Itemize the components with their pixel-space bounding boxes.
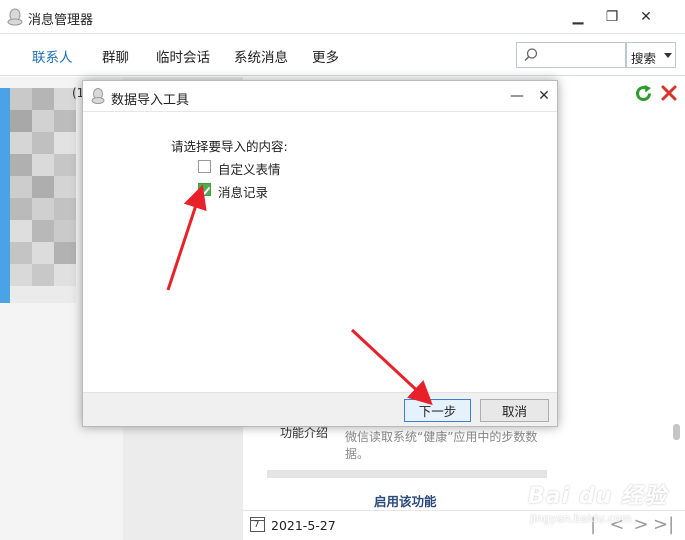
calendar-day: 7 <box>254 520 260 530</box>
cancel-button[interactable]: 取消 <box>480 399 549 422</box>
nav-bar: 联系人 群聊 临时会话 系统消息 更多 搜索 <box>0 34 685 76</box>
dialog-titlebar: 数据导入工具 — ✕ <box>83 81 557 112</box>
penguin-app-icon <box>91 88 105 104</box>
minimize-button[interactable]: ▁ <box>568 7 588 27</box>
watermark-brand: Bai du 经验 <box>528 484 667 509</box>
date-text: 2021-5-27 <box>271 518 336 533</box>
checkmark-icon <box>200 186 211 195</box>
tab-contacts[interactable]: 联系人 <box>32 46 73 66</box>
chevron-down-icon[interactable] <box>664 53 672 58</box>
divider-bar <box>267 470 547 478</box>
tab-group-chats[interactable]: 群聊 <box>102 46 129 66</box>
penguin-app-icon <box>7 8 23 26</box>
refresh-icon[interactable] <box>634 84 654 104</box>
pixelated-contact-list <box>0 88 76 303</box>
message-records-label: 消息记录 <box>218 185 269 200</box>
watermark: Bai du 经验 jingyan.baidu.com <box>528 478 678 536</box>
tab-system-messages[interactable]: 系统消息 <box>234 46 288 66</box>
import-dialog: 数据导入工具 — ✕ 请选择要导入的内容: 自定义表情 消息记录 下一步 取消 <box>82 80 558 427</box>
custom-emoji-checkbox[interactable] <box>198 160 211 173</box>
search-button[interactable]: 搜索 <box>626 42 676 68</box>
search-button-label: 搜索 <box>631 51 657 66</box>
watermark-url: jingyan.baidu.com <box>530 512 632 525</box>
import-prompt: 请选择要导入的内容: <box>171 139 288 154</box>
main-titlebar: 消息管理器 ▁ ❐ ✕ <box>0 0 685 34</box>
scrollbar-thumb[interactable] <box>673 424 680 440</box>
tab-temp-sessions[interactable]: 临时会话 <box>156 46 210 66</box>
custom-emoji-label: 自定义表情 <box>218 162 281 177</box>
dialog-title: 数据导入工具 <box>111 93 190 108</box>
enable-feature-button[interactable]: 启用该功能 <box>374 491 437 510</box>
search-icon <box>524 48 538 62</box>
calendar-icon[interactable]: 7 <box>250 517 265 532</box>
feature-description: 微信读取系统“健康”应用中的步数数据。 <box>345 430 538 461</box>
dialog-close-button[interactable]: ✕ <box>534 86 554 106</box>
search-input[interactable] <box>541 45 623 65</box>
next-step-button[interactable]: 下一步 <box>404 399 471 422</box>
search-box[interactable] <box>516 42 626 68</box>
dialog-minimize-button[interactable]: — <box>507 86 527 106</box>
message-records-checkbox[interactable] <box>198 183 211 196</box>
close-button[interactable]: ✕ <box>636 7 656 27</box>
tab-more[interactable]: 更多 <box>312 46 339 66</box>
window-title: 消息管理器 <box>28 13 94 28</box>
dialog-footer: 下一步 取消 <box>83 392 557 426</box>
delete-icon[interactable] <box>660 84 678 102</box>
restore-button[interactable]: ❐ <box>602 7 622 27</box>
